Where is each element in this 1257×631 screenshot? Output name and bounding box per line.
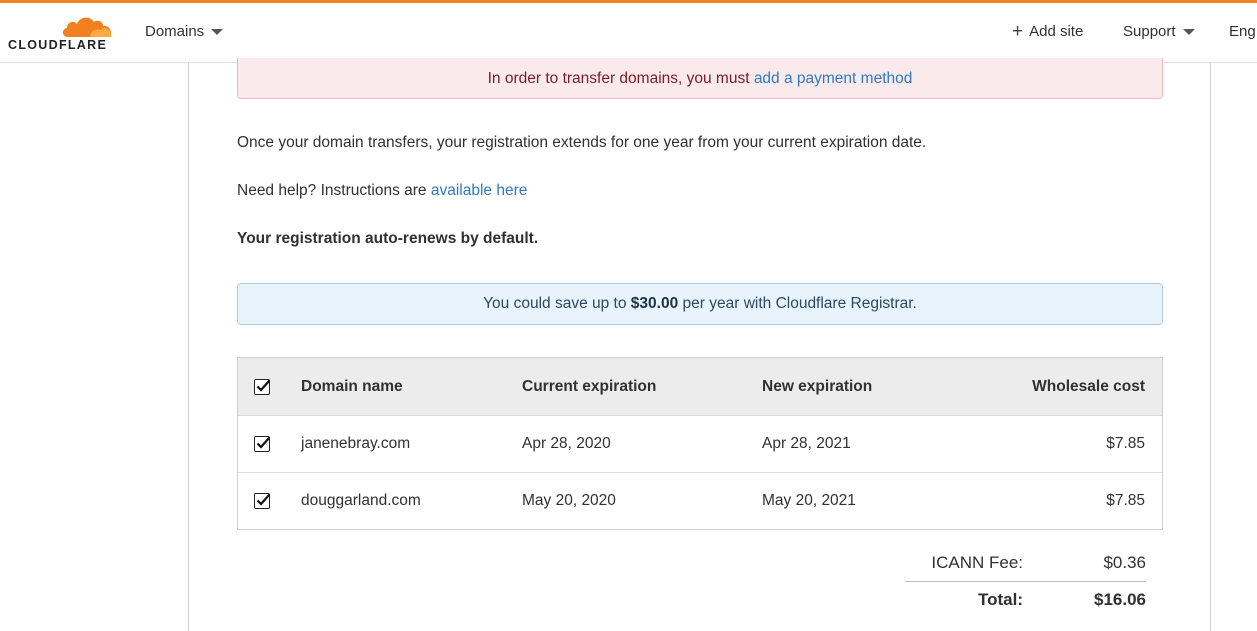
domain-name-cell: douggarland.com (301, 492, 421, 509)
help-text: Need help? Instructions are available he… (237, 182, 527, 200)
check-icon (256, 379, 271, 392)
header-new-expiration: New expiration (762, 377, 873, 395)
auto-renew-notice: Your registration auto-renews by default… (237, 230, 539, 247)
header-current-expiration: Current expiration (522, 377, 657, 395)
add-site-button[interactable]: + Add site (1012, 21, 1084, 42)
icann-fee-value: $0.36 (1103, 553, 1146, 572)
instructions-link[interactable]: available here (431, 182, 528, 199)
row-checkbox[interactable] (254, 493, 271, 509)
table-header-row: Domain name Current expiration New expir… (238, 358, 1162, 415)
total-label: Total: (977, 590, 1023, 609)
new-expiration-cell: Apr 28, 2021 (762, 435, 851, 452)
select-all-checkbox[interactable] (254, 378, 271, 395)
nav-language-dropdown[interactable]: Eng (1229, 23, 1256, 40)
savings-amount: $30.00 (630, 295, 679, 312)
domains-table: Domain name Current expiration New expir… (237, 357, 1163, 530)
caret-down-icon (211, 28, 224, 35)
nav-domains-dropdown[interactable]: Domains (145, 23, 224, 40)
payment-warning-alert: In order to transfer domains, you must a… (237, 58, 1163, 99)
table-row: janenebray.com Apr 28, 2020 Apr 28, 2021… (238, 415, 1162, 472)
current-expiration-cell: Apr 28, 2020 (522, 435, 611, 452)
cost-summary: ICANN Fee: $0.36 Total: $16.06 (905, 545, 1146, 617)
domain-name-cell: janenebray.com (301, 435, 411, 452)
top-navbar: CLOUDFLARE Domains + Add site Support En… (0, 3, 1257, 63)
savings-info-alert: You could save up to $30.00 per year wit… (237, 283, 1163, 325)
nav-language-label: Eng (1229, 23, 1256, 40)
total-value: $16.06 (1094, 590, 1146, 609)
savings-suffix: per year with Cloudflare Registrar. (678, 295, 917, 312)
payment-warning-text: In order to transfer domains, you must (487, 70, 754, 87)
help-prefix: Need help? Instructions are (237, 182, 431, 199)
nav-support-dropdown[interactable]: Support (1123, 23, 1195, 40)
plus-icon: + (1012, 21, 1024, 42)
check-icon (256, 493, 271, 506)
icann-fee-label: ICANN Fee: (931, 553, 1023, 572)
row-checkbox[interactable] (254, 436, 271, 452)
row-select-cell (254, 416, 271, 472)
content-border-left (188, 63, 189, 631)
row-select-cell (254, 473, 271, 529)
savings-prefix: You could save up to (483, 295, 631, 312)
logo-wordmark: CLOUDFLARE (8, 38, 108, 52)
header-wholesale-cost: Wholesale cost (1032, 377, 1145, 395)
wholesale-cost-cell: $7.85 (1106, 492, 1145, 509)
new-expiration-cell: May 20, 2021 (762, 492, 856, 509)
total-row: Total: $16.06 (905, 581, 1146, 617)
wholesale-cost-cell: $7.85 (1106, 435, 1145, 452)
table-row: douggarland.com May 20, 2020 May 20, 202… (238, 472, 1162, 529)
caret-down-icon (1182, 28, 1195, 35)
select-all-cell (254, 358, 271, 415)
add-site-label: Add site (1029, 23, 1084, 40)
cloudflare-logo[interactable]: CLOUDFLARE (8, 13, 118, 55)
transfer-info-text: Once your domain transfers, your registr… (237, 134, 927, 151)
check-icon (256, 436, 271, 449)
nav-support-label: Support (1123, 23, 1176, 40)
current-expiration-cell: May 20, 2020 (522, 492, 616, 509)
header-domain-name: Domain name (301, 377, 403, 395)
icann-fee-row: ICANN Fee: $0.36 (905, 545, 1146, 581)
cloud-icon (62, 17, 112, 37)
content-border-right (1210, 63, 1211, 631)
add-payment-method-link[interactable]: add a payment method (754, 70, 913, 87)
nav-domains-label: Domains (145, 23, 205, 40)
